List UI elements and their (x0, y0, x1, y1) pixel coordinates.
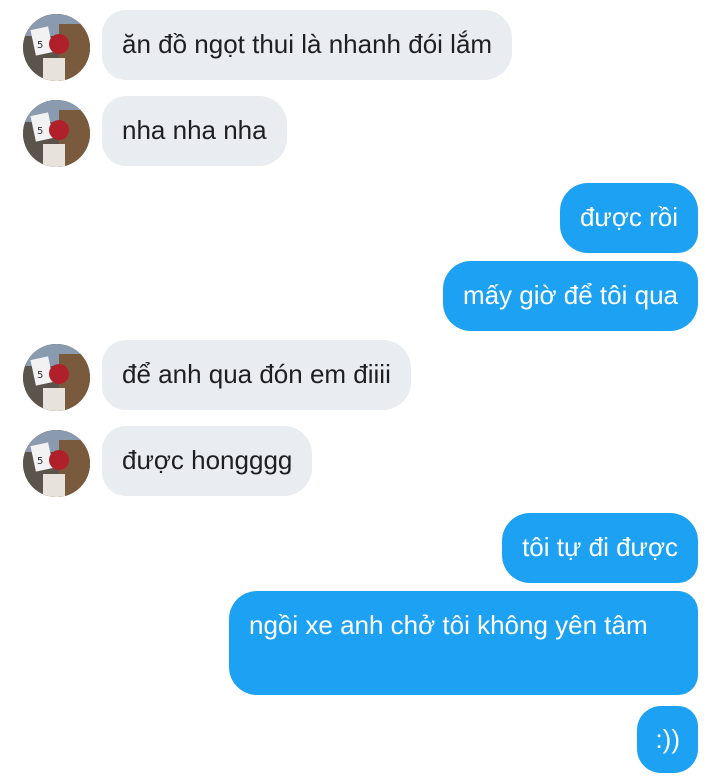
message-text: ngồi xe anh chở tôi không yên tâm (249, 610, 648, 640)
avatar-photo-icon: 5 (23, 100, 90, 167)
message-text: để anh qua đón em điiii (122, 359, 391, 389)
message-text: ăn đồ ngọt thui là nhanh đói lắm (122, 29, 493, 59)
avatar-photo-icon: 5 (23, 14, 90, 81)
svg-text:5: 5 (37, 126, 43, 137)
outgoing-message-bubble[interactable]: ngồi xe anh chở tôi không yên tâm (229, 591, 698, 695)
svg-text:5: 5 (37, 456, 43, 467)
message-text: nha nha nha (122, 115, 267, 145)
contact-avatar[interactable]: 5 (23, 14, 90, 81)
contact-avatar[interactable]: 5 (23, 430, 90, 497)
contact-avatar[interactable]: 5 (23, 100, 90, 167)
outgoing-message-bubble[interactable]: :)) (637, 706, 698, 773)
incoming-message-bubble[interactable]: để anh qua đón em điiii (102, 340, 411, 410)
contact-avatar[interactable]: 5 (23, 344, 90, 411)
message-text: mấy giờ để tôi qua (462, 280, 678, 310)
message-text: :)) (655, 724, 680, 754)
incoming-message-bubble[interactable]: được hongggg (102, 426, 313, 496)
message-text: được rồi (579, 202, 678, 232)
svg-text:5: 5 (37, 40, 43, 51)
conversation-thread: 5 ăn đồ ngọt thui là nhanh đói lắm 5 nha… (0, 0, 719, 780)
avatar-photo-icon: 5 (23, 430, 90, 497)
svg-text:5: 5 (37, 370, 43, 381)
incoming-message-bubble[interactable]: ăn đồ ngọt thui là nhanh đói lắm (102, 10, 513, 80)
outgoing-message-bubble[interactable]: tôi tự đi được (502, 513, 698, 583)
message-text: được hongggg (122, 445, 293, 475)
message-text: tôi tự đi được (522, 532, 678, 562)
outgoing-message-bubble[interactable]: được rồi (559, 183, 698, 253)
avatar-photo-icon: 5 (23, 344, 90, 411)
outgoing-message-bubble[interactable]: mấy giờ để tôi qua (442, 261, 698, 331)
incoming-message-bubble[interactable]: nha nha nha (102, 96, 287, 166)
